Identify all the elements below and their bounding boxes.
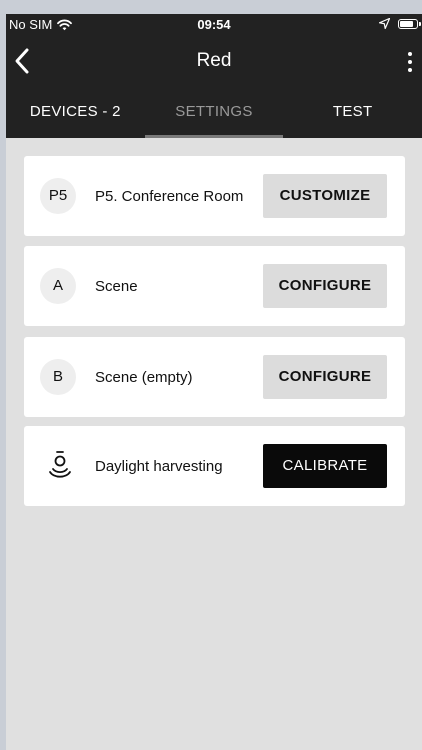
page-title: Red [196, 50, 232, 71]
card-label: Scene [95, 277, 138, 295]
tab-devices[interactable]: DEVICES - 2 [6, 86, 145, 138]
card-label: P5. Conference Room [95, 187, 244, 205]
tab-settings[interactable]: SETTINGS [144, 86, 284, 138]
tab-bar: DEVICES - 2 SETTINGS TEST [6, 86, 422, 138]
badge: B [40, 359, 76, 395]
badge: A [40, 268, 76, 304]
app-screen: No SIM 09:54 Red DEVICES - 2 SETTINGS TE… [6, 14, 422, 750]
daylight-sensor-icon [49, 451, 71, 478]
card-daylight-harvesting: Daylight harvesting CALIBRATE [24, 426, 405, 506]
nav-bar: Red [6, 36, 422, 86]
customize-button[interactable]: CUSTOMIZE [263, 174, 387, 218]
status-right [379, 18, 421, 29]
location-arrow-icon [379, 18, 390, 29]
card-p5: P5 P5. Conference Room CUSTOMIZE [24, 156, 405, 236]
calibrate-button[interactable]: CALIBRATE [263, 444, 387, 488]
badge: P5 [40, 178, 76, 214]
card-label: Daylight harvesting [95, 457, 223, 475]
more-vertical-icon[interactable] [406, 51, 414, 73]
tab-test[interactable]: TEST [283, 86, 422, 138]
card-label: Scene (empty) [95, 368, 193, 386]
card-scene-b: B Scene (empty) CONFIGURE [24, 337, 405, 417]
card-scene-a: A Scene CONFIGURE [24, 246, 405, 326]
configure-button[interactable]: CONFIGURE [263, 355, 387, 399]
configure-button[interactable]: CONFIGURE [263, 264, 387, 308]
status-bar: No SIM 09:54 [6, 14, 422, 36]
status-time: 09:54 [197, 17, 231, 32]
battery-icon [398, 18, 421, 29]
